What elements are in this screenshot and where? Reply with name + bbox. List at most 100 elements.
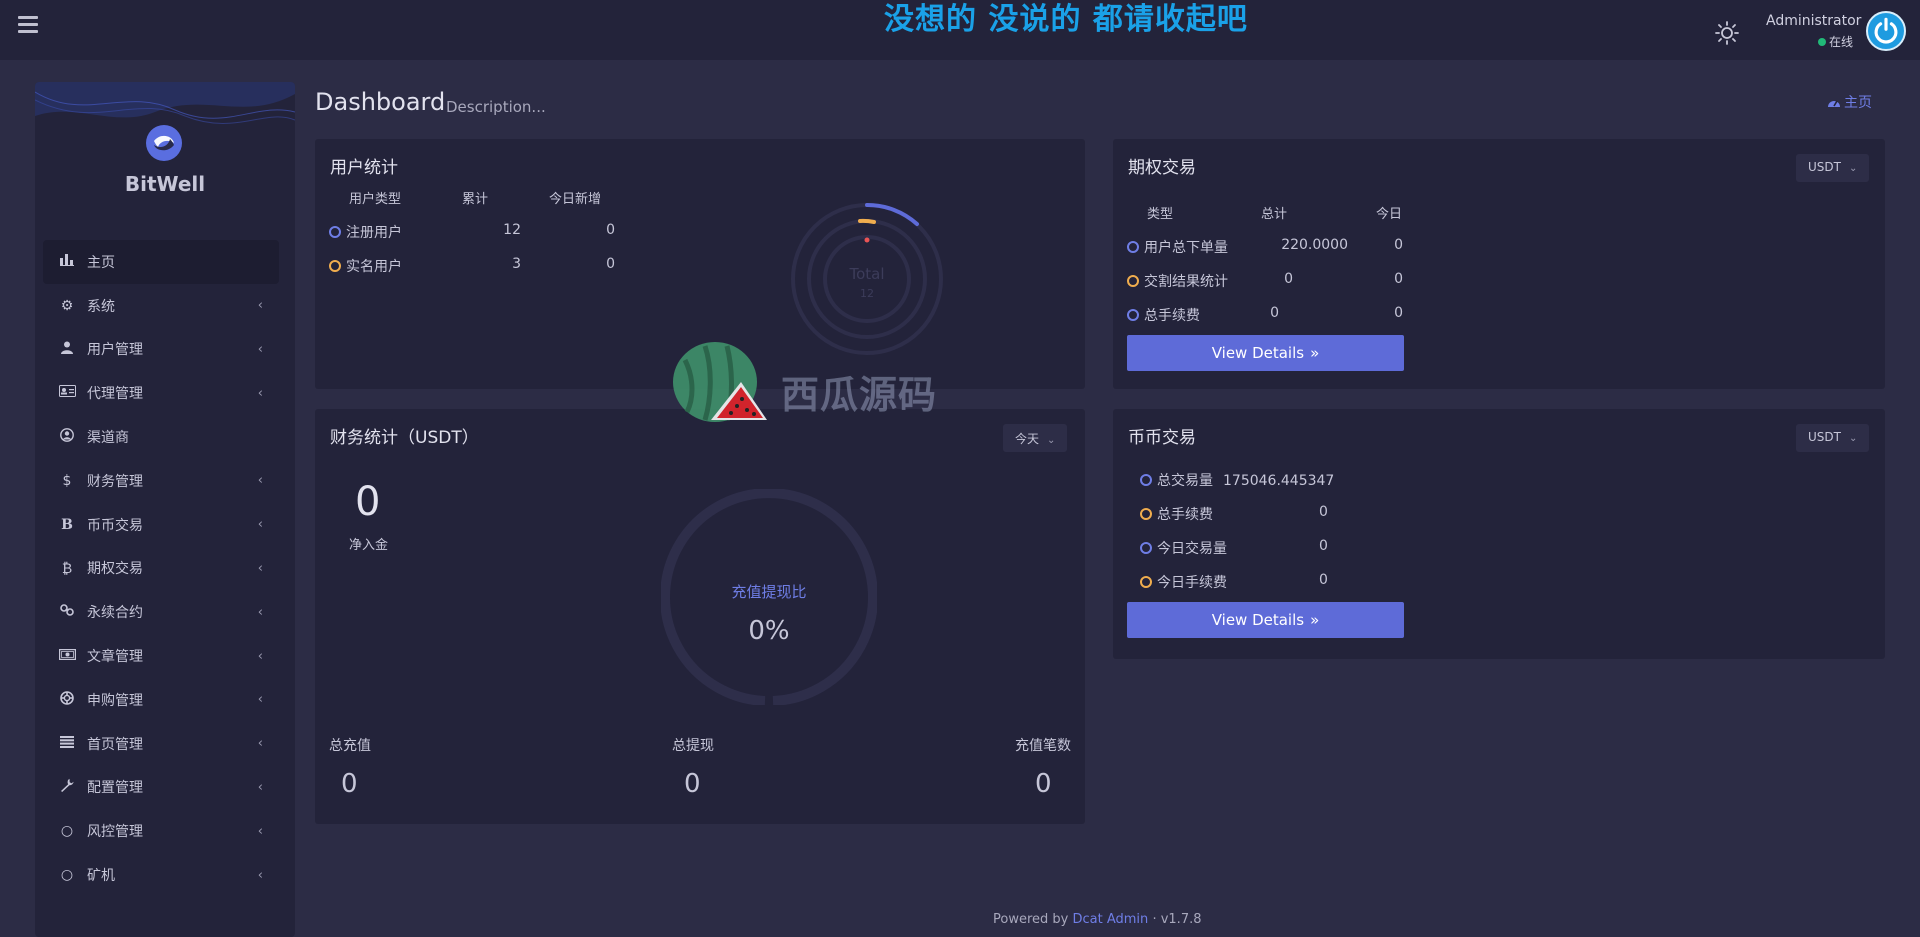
sidebar-item-system[interactable]: ⚙ 系统 ‹ <box>43 284 279 328</box>
breadcrumb[interactable]: 主页 <box>1827 92 1872 112</box>
spot-stat-value: 175046.445347 <box>1223 473 1335 489</box>
view-details-button[interactable]: View Details » <box>1127 602 1404 638</box>
chevron-left-icon: ‹ <box>257 341 263 357</box>
sidebar-item-options-trading[interactable]: ₿ 期权交易 ‹ <box>43 547 279 591</box>
table-row: 实名用户 <box>329 256 402 276</box>
theme-toggle-icon[interactable] <box>1714 20 1740 46</box>
watermark-text: 西瓜源码 <box>781 373 938 417</box>
option-today: 0 <box>1394 305 1403 321</box>
sidebar-item-config[interactable]: 配置管理 ‹ <box>43 766 279 810</box>
net-deposit-value: 0 <box>355 479 381 525</box>
sidebar-item-label: 主页 <box>87 254 115 271</box>
ring-label: Total <box>848 265 884 283</box>
header-banner: 没想的 没说的 都请收起吧 <box>884 2 1248 37</box>
today-dot <box>864 237 870 243</box>
sidebar-item-finance[interactable]: $ 财务管理 ‹ <box>43 459 279 503</box>
sidebar-item-channels[interactable]: 渠道商 <box>43 415 279 459</box>
sidebar-item-label: 代理管理 <box>87 386 143 403</box>
ratio-label: 充值提现比 <box>731 583 807 601</box>
sidebar-item-home[interactable]: 主页 <box>43 240 279 284</box>
sidebar-item-subscriptions[interactable]: 申购管理 ‹ <box>43 678 279 722</box>
chevron-left-icon: ‹ <box>257 517 263 533</box>
list-item: 今日手续费 <box>1140 572 1227 592</box>
sidebar-item-mining[interactable]: ○ 矿机 ‹ <box>43 853 279 897</box>
brand-name[interactable]: BitWell <box>35 172 295 196</box>
currency-select[interactable]: USDT ⌄ <box>1796 154 1870 182</box>
list-item: 总手续费 <box>1140 504 1213 524</box>
view-details-button[interactable]: View Details » <box>1127 335 1404 371</box>
sidebar-item-homepage[interactable]: 首页管理 ‹ <box>43 722 279 766</box>
legend-ring-icon <box>1140 508 1152 520</box>
period-value: 今天 <box>1015 432 1040 446</box>
option-total: 0 <box>1270 305 1279 321</box>
legend-ring-icon <box>1127 275 1139 287</box>
column-header: 今日 <box>1376 207 1403 222</box>
sidebar-item-articles[interactable]: 文章管理 ‹ <box>43 634 279 678</box>
user-status: 在线 <box>1818 33 1853 50</box>
sidebar-item-label: 币币交易 <box>87 517 143 534</box>
gear-icon: ⚙ <box>60 297 74 314</box>
footer-link[interactable]: Dcat Admin <box>1073 912 1149 927</box>
spot-stat-label: 今日交易量 <box>1157 541 1227 557</box>
sidebar: BitWell 主页 ⚙ 系统 ‹ 用户管理 ‹ 代理管理 ‹ 渠道商 $ 财务… <box>35 82 295 937</box>
chevron-left-icon: ‹ <box>257 867 263 883</box>
link-icon <box>55 604 79 620</box>
sidebar-item-label: 风控管理 <box>87 824 143 841</box>
online-dot-icon <box>1818 38 1826 46</box>
user-name[interactable]: Administrator <box>1766 13 1861 29</box>
sidebar-item-label: 渠道商 <box>87 430 129 447</box>
chevron-left-icon: ‹ <box>257 648 263 664</box>
circle-icon: ○ <box>60 867 74 884</box>
chevron-down-icon: ⌄ <box>1848 433 1858 444</box>
menu-toggle-icon[interactable] <box>18 16 38 34</box>
recharge-count-label: 充值笔数 <box>1015 738 1071 754</box>
breadcrumb-label: 主页 <box>1844 95 1872 111</box>
chevron-left-icon: ‹ <box>257 560 263 576</box>
legend-ring-icon <box>1140 576 1152 588</box>
user-type: 注册用户 <box>346 225 402 241</box>
avatar[interactable] <box>1866 11 1906 51</box>
sidebar-item-label: 申购管理 <box>87 692 143 709</box>
currency-select[interactable]: USDT ⌄ <box>1796 424 1870 452</box>
sidebar-item-users[interactable]: 用户管理 ‹ <box>43 328 279 372</box>
column-header: 总计 <box>1261 207 1288 222</box>
option-type: 交割结果统计 <box>1144 274 1228 290</box>
wrench-icon <box>55 778 79 796</box>
net-deposit-label: 净入金 <box>349 538 389 553</box>
brand-logo-icon[interactable] <box>146 125 182 161</box>
list-item: 总交易量 175046.445347 <box>1140 470 1334 490</box>
watermelon-logo-icon <box>673 342 767 422</box>
currency-value: USDT <box>1808 430 1841 444</box>
sidebar-item-risk-control[interactable]: ○ 风控管理 ‹ <box>43 809 279 853</box>
circle-icon: ○ <box>60 823 74 840</box>
legend-ring-icon <box>329 226 341 238</box>
period-select[interactable]: 今天 ⌄ <box>1003 424 1068 452</box>
table-row: 交割结果统计 <box>1127 271 1228 291</box>
sidebar-item-perpetual[interactable]: 永续合约 ‹ <box>43 590 279 634</box>
option-today: 0 <box>1394 237 1403 253</box>
sidebar-item-agents[interactable]: 代理管理 ‹ <box>43 371 279 415</box>
user-total: 3 <box>512 256 521 272</box>
double-chevron-right-icon: » <box>1310 611 1320 629</box>
chevron-down-icon: ⌄ <box>1047 435 1056 446</box>
money-bill-icon <box>55 648 79 664</box>
double-chevron-right-icon: » <box>1310 344 1320 362</box>
legend-ring-icon <box>1127 241 1139 253</box>
spot-stat-label: 总交易量 <box>1157 473 1213 489</box>
list-icon <box>55 735 79 752</box>
spot-stat-label: 总手续费 <box>1157 507 1213 523</box>
user-today: 0 <box>606 256 615 272</box>
total-recharge-value: 0 <box>341 769 358 799</box>
sidebar-item-spot-trading[interactable]: B 币币交易 ‹ <box>43 503 279 547</box>
user-stats-title: 用户统计 <box>330 158 398 178</box>
table-row: 用户总下单量 <box>1127 237 1228 257</box>
table-row: 注册用户 <box>329 222 402 242</box>
top-navbar: 没想的 没说的 都请收起吧 Administrator 在线 <box>0 0 1920 60</box>
legend-ring-icon <box>329 260 341 272</box>
sidebar-item-label: 财务管理 <box>87 473 143 490</box>
sidebar-item-label: 期权交易 <box>87 561 143 578</box>
ratio-value: 0% <box>748 616 790 646</box>
dashboard-gauge-icon <box>1828 100 1840 107</box>
footer: Powered by Dcat Admin · v1.7.8 <box>993 912 1202 927</box>
spot-stat-value: 0 <box>1319 572 1328 588</box>
